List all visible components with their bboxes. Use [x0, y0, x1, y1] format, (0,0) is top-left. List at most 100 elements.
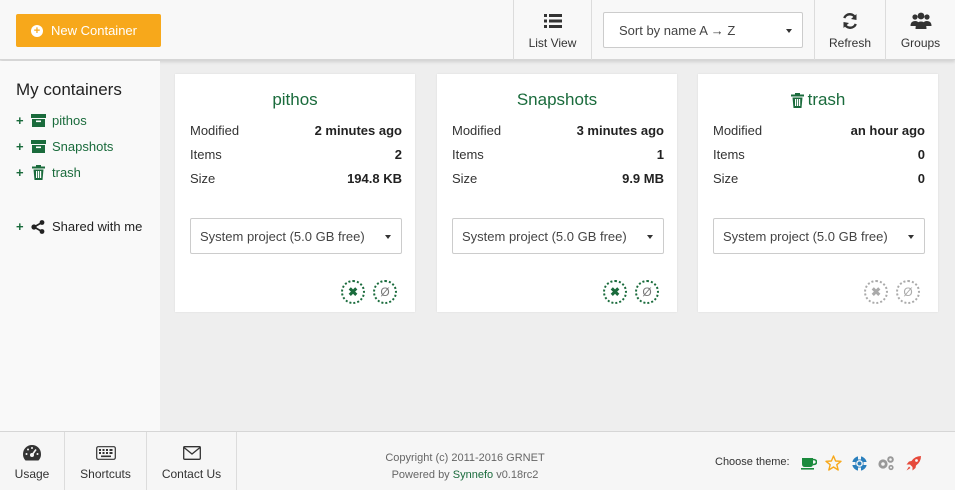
trash-icon: [30, 165, 46, 180]
empty-set-icon: Ø: [903, 285, 913, 299]
copyright-block: Copyright (c) 2011-2016 GRNET Powered by…: [330, 450, 600, 484]
container-title[interactable]: pithos: [175, 90, 415, 110]
groups-button[interactable]: Groups: [886, 0, 955, 60]
sidebar: My containers + pithos + Snapshots + tra…: [0, 61, 160, 431]
sidebar-item-label: Snapshots: [52, 139, 114, 154]
project-select-value: System project (5.0 GB free): [462, 228, 627, 244]
plus-circle-icon: +: [31, 24, 43, 37]
shortcuts-label: Shortcuts: [80, 466, 131, 481]
caret-down-icon: [647, 235, 653, 239]
size-label: Size: [452, 171, 478, 186]
size-value: 9.9 MB: [622, 171, 664, 186]
synnefo-link[interactable]: Synnefo: [453, 469, 493, 481]
rocket-icon[interactable]: [904, 454, 922, 472]
reset-quota-button[interactable]: Ø: [635, 280, 659, 304]
sidebar-item-shared[interactable]: + Shared with me: [16, 219, 142, 234]
container-title[interactable]: Snapshots: [437, 90, 677, 110]
top-toolbar: + New Container List View Sort by name A…: [0, 0, 955, 60]
caret-down-icon: [908, 235, 914, 239]
trash-icon: [790, 92, 804, 108]
expand-plus-icon: +: [16, 165, 24, 180]
container-name: Snapshots: [516, 90, 598, 109]
items-value: 0: [917, 147, 925, 162]
footer: Usage Shortcuts Contact Us Copyright (c)…: [0, 431, 955, 490]
refresh-label: Refresh: [828, 36, 872, 50]
close-icon: ✖: [347, 285, 359, 299]
toolbar-divider: [591, 0, 592, 60]
life-ring-icon[interactable]: [850, 454, 868, 472]
container-card-pithos: pithos Modified 2 minutes ago Items 2 Si…: [175, 74, 415, 312]
expand-plus-icon: +: [16, 113, 24, 128]
archive-icon: [30, 114, 46, 128]
new-container-button[interactable]: + New Container: [16, 14, 161, 47]
powered-by-line: Powered by Synnefo v0.18rc2: [330, 467, 600, 484]
items-row: Items 1: [452, 147, 664, 162]
dashboard-icon: [22, 443, 42, 463]
sidebar-item-label: pithos: [52, 113, 87, 128]
coffee-cup-icon[interactable]: [800, 454, 818, 472]
container-card-trash: trash Modified an hour ago Items 0 Size …: [698, 74, 938, 312]
sidebar-item-snapshots[interactable]: + Snapshots: [16, 139, 113, 154]
modified-row: Modified an hour ago: [713, 123, 925, 138]
usage-label: Usage: [14, 466, 50, 481]
modified-label: Modified: [452, 123, 502, 138]
project-select[interactable]: System project (5.0 GB free): [452, 218, 664, 254]
new-container-label: New Container: [51, 23, 137, 38]
project-select[interactable]: System project (5.0 GB free): [190, 218, 402, 254]
empty-container-button[interactable]: ✖: [603, 280, 627, 304]
envelope-icon: [182, 443, 201, 463]
modified-label: Modified: [190, 123, 240, 138]
modified-value: 3 minutes ago: [576, 123, 664, 138]
items-value: 1: [656, 147, 664, 162]
refresh-icon: [841, 10, 859, 32]
footer-divider: [236, 432, 237, 490]
container-name: trash: [807, 90, 846, 109]
items-label: Items: [452, 147, 484, 162]
powered-by-prefix: Powered by: [391, 469, 450, 481]
sort-select[interactable]: Sort by name A → Z: [603, 12, 803, 48]
contact-us-label: Contact Us: [161, 466, 222, 481]
empty-set-icon: Ø: [642, 285, 652, 299]
modified-value: 2 minutes ago: [314, 123, 402, 138]
reset-quota-button[interactable]: Ø: [373, 280, 397, 304]
empty-container-button[interactable]: ✖: [864, 280, 888, 304]
star-icon[interactable]: [824, 454, 842, 472]
version-text: v0.18rc2: [496, 469, 539, 481]
contact-us-button[interactable]: Contact Us: [147, 432, 236, 490]
caret-down-icon: [786, 29, 792, 33]
groups-label: Groups: [900, 36, 941, 50]
close-icon: ✖: [870, 285, 882, 299]
empty-set-icon: Ø: [380, 285, 390, 299]
list-view-label: List View: [528, 36, 577, 50]
sidebar-item-pithos[interactable]: + pithos: [16, 113, 87, 128]
items-label: Items: [713, 147, 745, 162]
items-value: 2: [394, 147, 402, 162]
project-select[interactable]: System project (5.0 GB free): [713, 218, 925, 254]
items-row: Items 2: [190, 147, 402, 162]
size-value: 0: [917, 171, 925, 186]
usage-button[interactable]: Usage: [0, 432, 64, 490]
close-icon: ✖: [609, 285, 621, 299]
share-icon: [30, 219, 46, 234]
modified-row: Modified 2 minutes ago: [190, 123, 402, 138]
container-card-snapshots: Snapshots Modified 3 minutes ago Items 1…: [437, 74, 677, 312]
items-label: Items: [190, 147, 222, 162]
empty-container-button[interactable]: ✖: [341, 280, 365, 304]
list-view-button[interactable]: List View: [514, 0, 591, 60]
size-row: Size 194.8 KB: [190, 171, 402, 186]
size-row: Size 9.9 MB: [452, 171, 664, 186]
caret-down-icon: [385, 235, 391, 239]
size-label: Size: [190, 171, 216, 186]
users-icon: [910, 10, 932, 32]
sidebar-title: My containers: [16, 80, 122, 99]
gears-icon[interactable]: [877, 454, 895, 472]
sort-select-value: Sort by name A → Z: [619, 22, 736, 38]
project-select-value: System project (5.0 GB free): [723, 228, 888, 244]
shortcuts-button[interactable]: Shortcuts: [65, 432, 146, 490]
refresh-button[interactable]: Refresh: [815, 0, 885, 60]
sidebar-item-trash[interactable]: + trash: [16, 165, 81, 180]
container-title[interactable]: trash: [698, 90, 938, 110]
sidebar-item-label: trash: [52, 165, 81, 180]
sidebar-item-label: Shared with me: [52, 219, 143, 234]
reset-quota-button[interactable]: Ø: [896, 280, 920, 304]
